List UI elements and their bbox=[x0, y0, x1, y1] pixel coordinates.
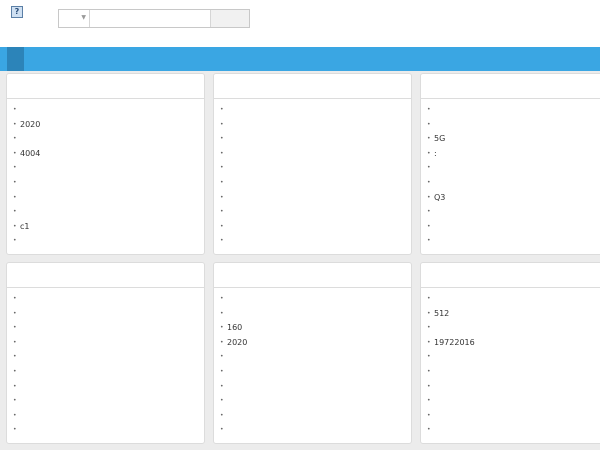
list-item[interactable]: : bbox=[421, 147, 600, 162]
list-item[interactable] bbox=[7, 380, 204, 395]
list-item[interactable]: 2020 bbox=[214, 336, 411, 351]
panel-header bbox=[7, 74, 204, 99]
list-item[interactable] bbox=[421, 205, 600, 220]
list-item[interactable] bbox=[421, 161, 600, 176]
list-item[interactable] bbox=[214, 220, 411, 235]
panel-list: 5G : Q3 bbox=[421, 99, 600, 249]
list-item[interactable]: c1 bbox=[7, 220, 204, 235]
panel-header bbox=[421, 74, 600, 99]
list-item[interactable] bbox=[7, 103, 204, 118]
panel-5: 160 2020 bbox=[213, 262, 412, 444]
list-item[interactable] bbox=[214, 234, 411, 249]
panel-list bbox=[214, 99, 411, 249]
search-input[interactable] bbox=[90, 10, 210, 27]
panel-header bbox=[214, 74, 411, 99]
list-item[interactable] bbox=[214, 365, 411, 380]
list-item[interactable]: 512 bbox=[421, 307, 600, 322]
list-item[interactable] bbox=[421, 409, 600, 424]
list-item[interactable]: 19722016 bbox=[421, 336, 600, 351]
panel-header bbox=[421, 263, 600, 288]
list-item[interactable] bbox=[421, 292, 600, 307]
top-bar: ? ▼ bbox=[0, 0, 600, 47]
panel-header bbox=[214, 263, 411, 288]
list-item[interactable] bbox=[214, 307, 411, 322]
panel-list: 160 2020 bbox=[214, 288, 411, 438]
search-bar: ▼ bbox=[58, 9, 250, 28]
list-item[interactable] bbox=[214, 423, 411, 438]
list-item[interactable] bbox=[421, 103, 600, 118]
list-item[interactable] bbox=[214, 103, 411, 118]
panel-list: 2020 4004 c1 bbox=[7, 99, 204, 249]
list-item[interactable] bbox=[421, 220, 600, 235]
list-item[interactable] bbox=[7, 205, 204, 220]
list-item[interactable] bbox=[7, 132, 204, 147]
panel-2 bbox=[213, 73, 412, 255]
panel-list bbox=[7, 288, 204, 438]
list-item[interactable] bbox=[421, 380, 600, 395]
list-item[interactable]: Q3 bbox=[421, 191, 600, 206]
list-item[interactable] bbox=[7, 409, 204, 424]
list-item[interactable] bbox=[421, 365, 600, 380]
list-item[interactable] bbox=[214, 205, 411, 220]
list-item[interactable] bbox=[421, 234, 600, 249]
panel-3: 5G : Q3 bbox=[420, 73, 600, 255]
list-item[interactable] bbox=[214, 118, 411, 133]
list-item[interactable] bbox=[7, 336, 204, 351]
list-item[interactable]: 160 bbox=[214, 321, 411, 336]
list-item[interactable] bbox=[214, 380, 411, 395]
list-item[interactable]: 5G bbox=[421, 132, 600, 147]
main-nav bbox=[0, 47, 600, 71]
panel-1: 2020 4004 c1 bbox=[6, 73, 205, 255]
list-item[interactable] bbox=[7, 176, 204, 191]
list-item[interactable] bbox=[7, 394, 204, 409]
list-item[interactable] bbox=[421, 350, 600, 365]
list-item[interactable] bbox=[421, 176, 600, 191]
list-item[interactable]: 2020 bbox=[7, 118, 204, 133]
search-category-select[interactable]: ▼ bbox=[59, 10, 90, 27]
list-item[interactable] bbox=[214, 161, 411, 176]
list-item[interactable] bbox=[421, 394, 600, 409]
list-item[interactable] bbox=[214, 350, 411, 365]
chevron-down-icon: ▼ bbox=[81, 14, 86, 21]
list-item[interactable] bbox=[214, 409, 411, 424]
panel-header bbox=[7, 263, 204, 288]
list-item[interactable] bbox=[421, 321, 600, 336]
list-item[interactable] bbox=[7, 423, 204, 438]
list-item[interactable] bbox=[214, 292, 411, 307]
list-item[interactable] bbox=[421, 423, 600, 438]
list-item[interactable] bbox=[214, 191, 411, 206]
panel-list: 512 19722016 bbox=[421, 288, 600, 438]
list-item[interactable] bbox=[421, 118, 600, 133]
list-item[interactable] bbox=[7, 321, 204, 336]
list-item[interactable] bbox=[7, 191, 204, 206]
list-item[interactable] bbox=[7, 350, 204, 365]
list-item[interactable] bbox=[7, 365, 204, 380]
list-item[interactable] bbox=[7, 307, 204, 322]
list-item[interactable] bbox=[7, 234, 204, 249]
list-item[interactable] bbox=[214, 147, 411, 162]
list-item[interactable] bbox=[7, 292, 204, 307]
list-item[interactable] bbox=[214, 394, 411, 409]
search-button[interactable] bbox=[210, 10, 249, 27]
panel-4 bbox=[6, 262, 205, 444]
list-item[interactable] bbox=[7, 161, 204, 176]
site-logo-icon[interactable]: ? bbox=[11, 6, 23, 18]
list-item[interactable]: 4004 bbox=[7, 147, 204, 162]
list-item[interactable] bbox=[214, 176, 411, 191]
list-item[interactable] bbox=[214, 132, 411, 147]
panel-6: 512 19722016 bbox=[420, 262, 600, 444]
nav-item-home[interactable] bbox=[7, 47, 24, 71]
